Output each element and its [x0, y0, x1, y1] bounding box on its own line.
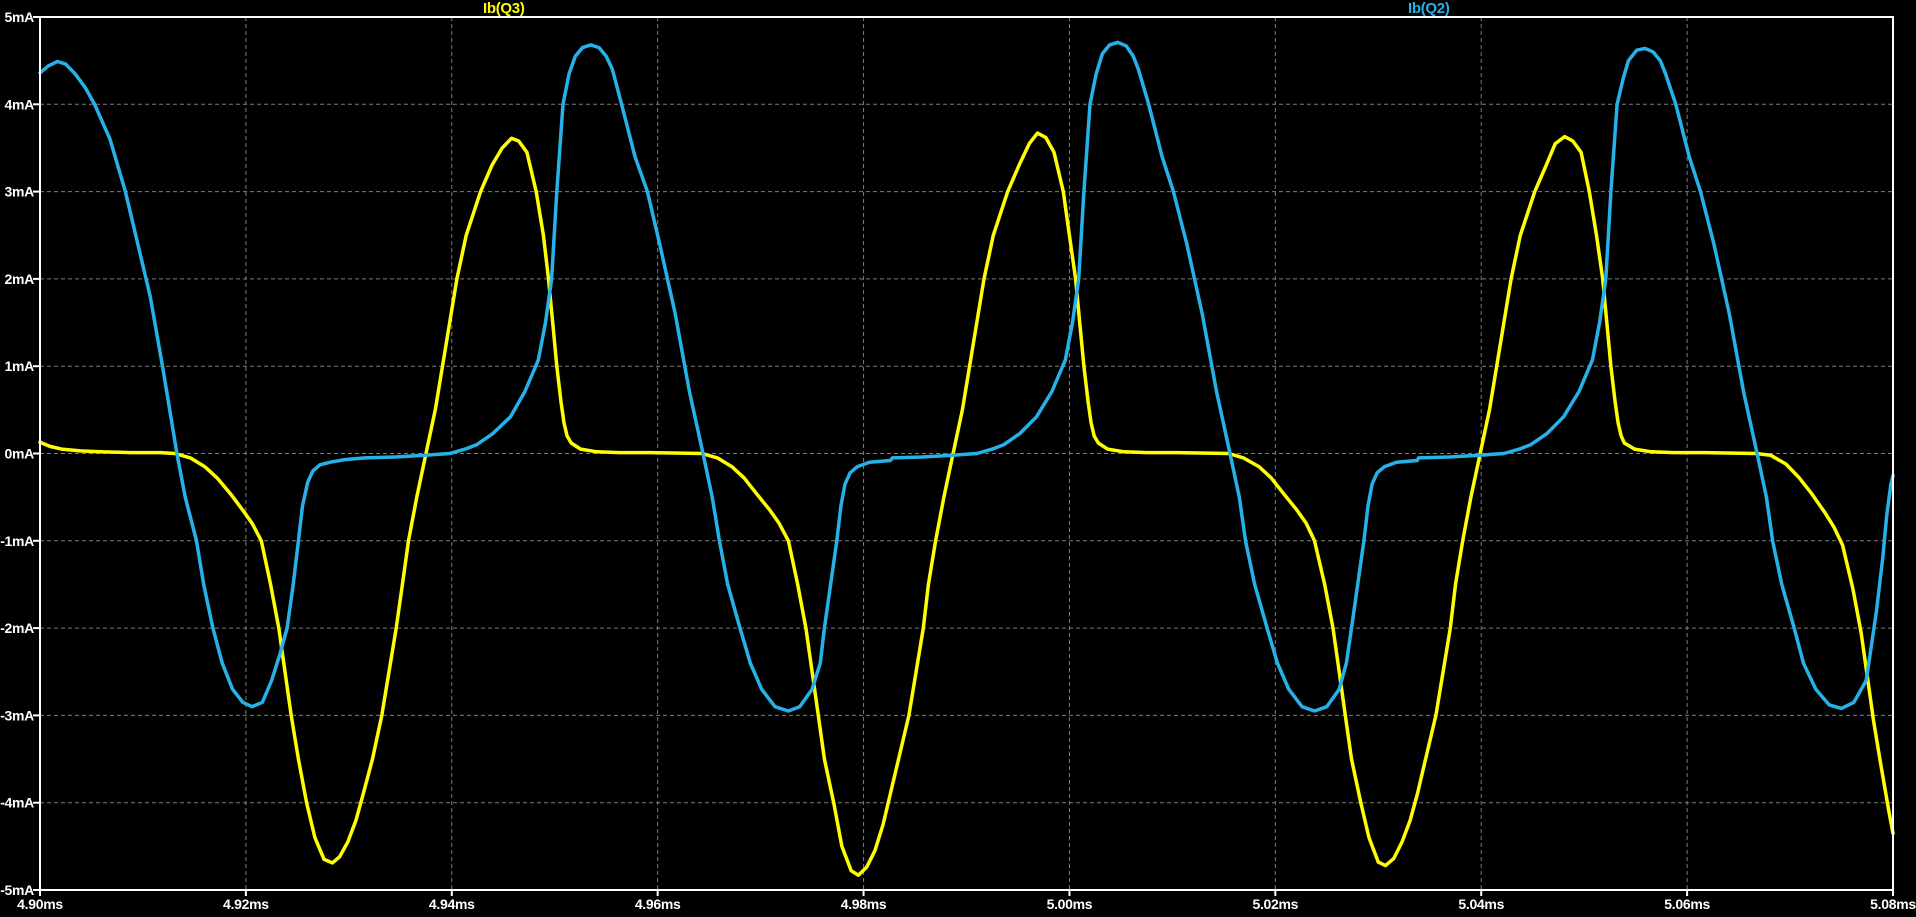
x-tick-label: 4.92ms: [223, 896, 269, 912]
y-tick-label: 4mA: [5, 96, 35, 112]
y-tick-label: -3mA: [0, 707, 34, 723]
trace-label-ibq2[interactable]: Ib(Q2): [1408, 1, 1450, 16]
y-tick-label: -2mA: [0, 620, 34, 636]
x-tick-label: 4.98ms: [841, 896, 887, 912]
y-tick-label: -4mA: [0, 795, 34, 811]
x-tick-label: 5.02ms: [1252, 896, 1298, 912]
x-tick-label: 5.08ms: [1870, 896, 1916, 912]
y-tick-label: -1mA: [0, 533, 34, 549]
waveform-viewer: 4.90ms 4.92ms 4.94ms 4.96ms 4.98ms 5.00ms 5.02…: [0, 0, 1916, 917]
y-tick-label: 5mA: [5, 9, 35, 25]
x-tick-label: 4.90ms: [17, 896, 63, 912]
x-tick-label: 4.96ms: [635, 896, 681, 912]
x-tick-label: 5.00ms: [1047, 896, 1093, 912]
y-tick-label: 3mA: [5, 184, 35, 200]
x-tick-label: 4.94ms: [429, 896, 475, 912]
y-tick-label: 2mA: [5, 271, 35, 287]
trace-label-ibq3[interactable]: Ib(Q3): [483, 1, 525, 16]
waveform-plot: 4.90ms 4.92ms 4.94ms 4.96ms 4.98ms 5.00ms 5.02…: [0, 9, 1916, 912]
y-tick-label: 1mA: [5, 358, 35, 374]
y-tick-label: 0mA: [5, 446, 35, 462]
x-tick-label: 5.06ms: [1664, 896, 1710, 912]
x-tick-label: 5.04ms: [1458, 896, 1504, 912]
y-tick-label: -5mA: [0, 882, 34, 898]
